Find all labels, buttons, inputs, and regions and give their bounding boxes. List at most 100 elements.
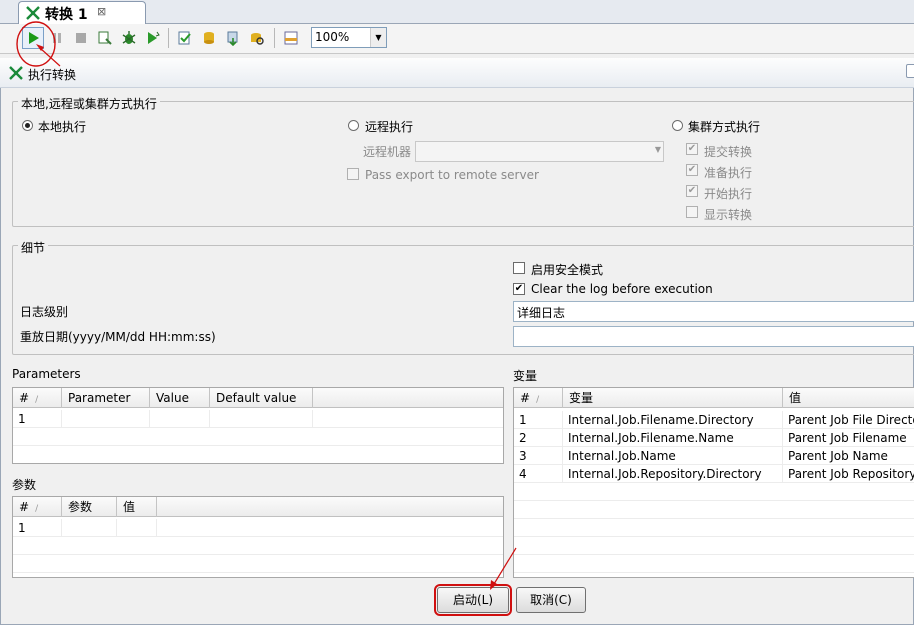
safe-mode-checkbox[interactable] xyxy=(513,262,525,274)
transformation-icon xyxy=(26,6,40,20)
run-button[interactable] xyxy=(22,27,44,49)
remote-execution-radio[interactable] xyxy=(348,120,359,131)
start-button[interactable]: 启动(L) xyxy=(434,584,512,616)
remote-machine-select[interactable]: ▼ xyxy=(415,141,664,162)
post-transformation-checkbox[interactable]: ✔ xyxy=(686,143,698,155)
sort-icon: / xyxy=(35,395,39,405)
explore-db-icon xyxy=(251,33,264,45)
table-cell: 4 xyxy=(514,465,563,483)
cancel-button[interactable]: 取消(C) xyxy=(516,587,586,613)
table-cell: Internal.Job.Filename.Directory xyxy=(563,411,783,429)
pause-button[interactable] xyxy=(46,27,68,49)
column-header-text: # xyxy=(19,500,30,514)
preview-button[interactable] xyxy=(94,27,116,49)
parameters-table[interactable]: # / Parameter Value Default value 1 xyxy=(12,387,504,464)
dialog-close-button[interactable] xyxy=(906,64,914,78)
cluster-option-label: 显示转换 xyxy=(704,208,753,222)
column-header-text: # xyxy=(520,391,531,405)
tab-transformation-1[interactable]: 转换 1 ⊠ xyxy=(18,1,146,24)
column-header[interactable]: 参数 xyxy=(62,497,117,517)
local-execution-label: 本地执行 xyxy=(38,120,87,134)
table-row-empty xyxy=(514,501,914,519)
replay-button[interactable] xyxy=(142,27,164,49)
table-cell: Parent Job Repository xyxy=(783,465,914,483)
verify-button[interactable] xyxy=(174,27,196,49)
column-header[interactable]: 值 xyxy=(117,497,157,517)
variables-label: 变量 xyxy=(513,369,538,383)
dialog-title-bar: 执行转换 xyxy=(0,58,914,88)
column-header[interactable]: # / xyxy=(514,388,563,408)
table-row[interactable]: 4 Internal.Job.Repository.Directory Pare… xyxy=(514,465,914,483)
verify-icon xyxy=(178,31,191,45)
pass-export-checkbox[interactable] xyxy=(347,168,359,180)
table-cell: Internal.Job.Repository.Directory xyxy=(563,465,783,483)
zoom-select[interactable]: 100% ▼ xyxy=(311,27,387,48)
column-header[interactable]: # / xyxy=(13,388,62,408)
remote-execution-label: 远程执行 xyxy=(365,120,414,134)
impact-button[interactable] xyxy=(198,27,220,49)
table-row[interactable]: 1 xyxy=(13,519,503,537)
table-cell xyxy=(150,410,210,428)
replay-date-label: 重放日期(yyyy/MM/dd HH:mm:ss) xyxy=(20,330,216,344)
start-execution-checkbox[interactable]: ✔ xyxy=(686,185,698,197)
table-header: # / Parameter Value Default value xyxy=(13,388,503,408)
table-cell: Parent Job Name xyxy=(783,447,914,465)
table-row-empty xyxy=(514,555,914,573)
prepare-execution-checkbox[interactable]: ✔ xyxy=(686,164,698,176)
dialog-title: 执行转换 xyxy=(28,68,77,82)
table-cell: 1 xyxy=(13,519,62,537)
debug-button[interactable] xyxy=(118,27,140,49)
table-cell: Parent Job Filename xyxy=(783,429,914,447)
table-row[interactable]: 3 Internal.Job.Name Parent Job Name xyxy=(514,447,914,465)
clear-log-checkbox[interactable]: ✔ xyxy=(513,283,525,295)
log-level-select[interactable]: 详细日志 xyxy=(513,301,914,322)
table-cell: Parent Job File Directory xyxy=(783,411,914,429)
cluster-option-label: 开始执行 xyxy=(704,187,753,201)
replay-icon xyxy=(148,31,160,44)
table-cell xyxy=(210,410,313,428)
cluster-option-label: 提交转换 xyxy=(704,145,753,159)
table-cell: Internal.Job.Name xyxy=(563,447,783,465)
details-label: 细节 xyxy=(18,239,49,256)
column-header[interactable]: 变量 xyxy=(563,388,783,408)
sql-button[interactable] xyxy=(222,27,244,49)
chevron-down-icon[interactable]: ▼ xyxy=(370,28,386,47)
pause-icon xyxy=(53,33,61,43)
column-header[interactable]: Value xyxy=(150,388,210,408)
column-header[interactable]: # / xyxy=(13,497,62,517)
show-results-button[interactable] xyxy=(280,27,302,49)
table-row[interactable]: 2 Internal.Job.Filename.Name Parent Job … xyxy=(514,429,914,447)
cluster-execution-radio[interactable] xyxy=(672,120,683,131)
execution-mode-group xyxy=(12,101,914,227)
column-header[interactable]: 值 xyxy=(783,388,914,408)
cluster-execution-label: 集群方式执行 xyxy=(688,120,761,134)
toolbar-separator xyxy=(274,28,275,48)
local-execution-radio[interactable] xyxy=(22,120,33,131)
column-header-text: # xyxy=(19,391,30,405)
params-cn-table[interactable]: # / 参数 值 1 xyxy=(12,496,504,578)
variables-table[interactable]: # / 变量 值 1 Internal.Job.Filename.Director… xyxy=(513,387,914,578)
tab-close-icon[interactable]: ⊠ xyxy=(97,5,106,18)
table-cell xyxy=(117,519,157,537)
table-cell: 1 xyxy=(13,410,62,428)
table-row-empty xyxy=(13,555,503,573)
safe-mode-label: 启用安全模式 xyxy=(531,263,604,277)
table-row[interactable]: 1 xyxy=(13,410,503,428)
table-row-empty xyxy=(514,483,914,501)
table-row-empty xyxy=(13,428,503,446)
table-row[interactable]: 1 Internal.Job.Filename.Directory Parent… xyxy=(514,411,914,429)
results-pane-icon xyxy=(284,31,298,45)
column-header[interactable]: Parameter xyxy=(62,388,150,408)
table-cell: 3 xyxy=(514,447,563,465)
column-header[interactable]: Default value xyxy=(210,388,313,408)
sql-icon xyxy=(227,31,238,46)
tab-title: 转换 1 xyxy=(45,7,88,23)
toolbar xyxy=(0,24,914,54)
cluster-option-label: 准备执行 xyxy=(704,166,753,180)
stop-button[interactable] xyxy=(70,27,92,49)
show-transformation-checkbox[interactable] xyxy=(686,206,698,218)
explore-db-button[interactable] xyxy=(246,27,268,49)
toolbar-separator xyxy=(168,28,169,48)
play-icon xyxy=(29,32,39,44)
replay-date-input[interactable] xyxy=(513,326,914,347)
